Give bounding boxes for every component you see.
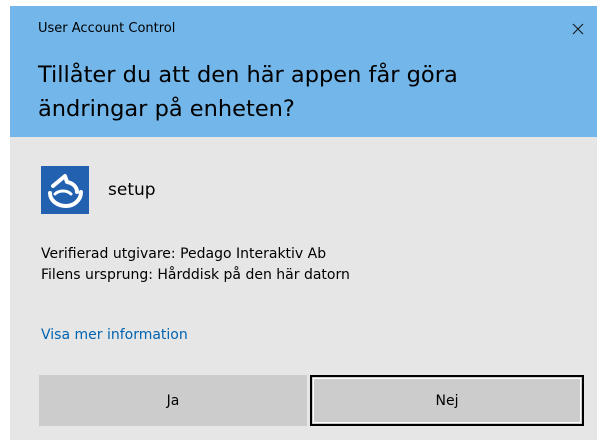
app-name: setup [108, 180, 156, 200]
no-button-label: Nej [435, 392, 459, 409]
dialog-title: User Account Control [38, 21, 176, 36]
no-button[interactable]: Nej [310, 375, 584, 426]
setup-app-icon [41, 166, 89, 214]
publisher-text: Verifierad utgivare: Pedago Interaktiv A… [41, 246, 327, 262]
yes-button-label: Ja [166, 392, 180, 409]
app-info-row: setup [41, 166, 156, 214]
uac-dialog: User Account Control Tillåter du att den… [10, 6, 597, 440]
more-info-link[interactable]: Visa mer information [41, 327, 188, 343]
close-icon [572, 23, 584, 35]
yes-button[interactable]: Ja [39, 375, 307, 426]
prompt-question: Tillåter du att den här appen får göra ä… [38, 62, 458, 122]
dialog-header: User Account Control Tillåter du att den… [10, 6, 597, 137]
origin-text: Filens ursprung: Hårddisk på den här dat… [41, 267, 350, 283]
app-details: Verifierad utgivare: Pedago Interaktiv A… [41, 244, 350, 286]
close-button[interactable] [565, 16, 591, 42]
